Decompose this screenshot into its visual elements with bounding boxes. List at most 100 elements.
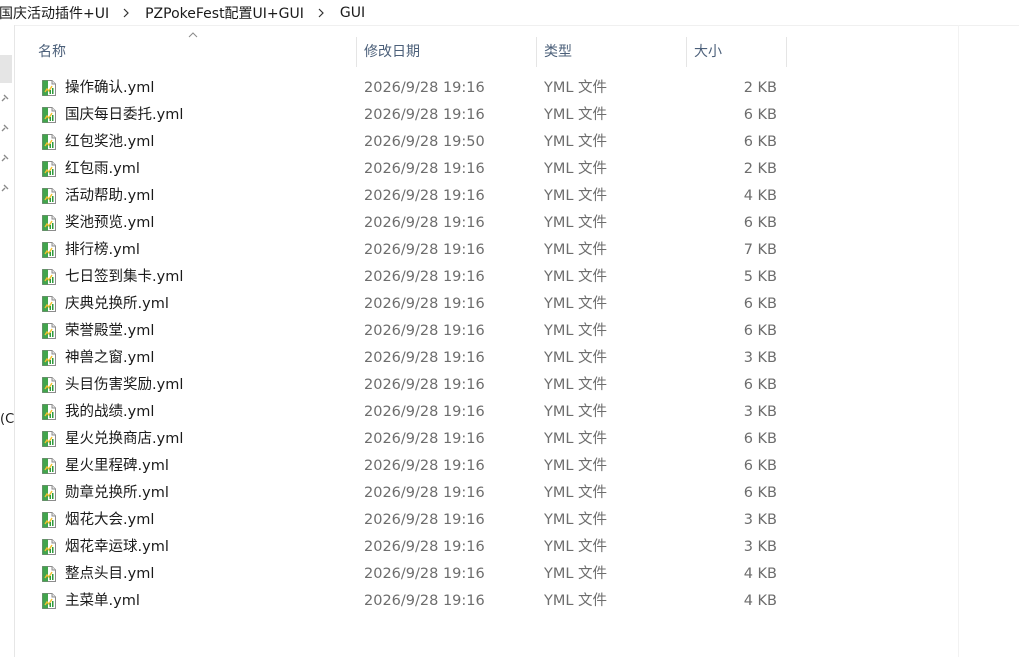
file-row[interactable]: 勋章兑换所.yml 2026/9/28 19:16 YML 文件 6 KB (15, 480, 795, 507)
file-row[interactable]: 星火兑换商店.yml 2026/9/28 19:16 YML 文件 6 KB (15, 426, 795, 453)
file-name: 红包雨.yml (65, 161, 140, 177)
breadcrumb-item-parent[interactable]: PZPokeFest配置UI+GUI (143, 3, 306, 23)
yml-file-icon (42, 404, 56, 420)
yml-file-icon (42, 350, 56, 366)
file-row[interactable]: 神兽之窗.yml 2026/9/28 19:16 YML 文件 3 KB (15, 345, 795, 372)
nav-item-drive-label[interactable]: (C (0, 412, 14, 427)
file-row[interactable]: 整点头目.yml 2026/9/28 19:16 YML 文件 4 KB (15, 561, 795, 588)
file-modified-date: 2026/9/28 19:16 (364, 512, 485, 528)
column-header-type[interactable]: 类型 (536, 37, 686, 65)
pin-icon[interactable] (0, 93, 10, 103)
file-row[interactable]: 星火里程碑.yml 2026/9/28 19:16 YML 文件 6 KB (15, 453, 795, 480)
yml-file-icon (42, 215, 56, 231)
yml-file-icon (42, 323, 56, 339)
yml-file-icon (42, 134, 56, 150)
yml-file-icon (42, 296, 56, 312)
file-type: YML 文件 (544, 80, 608, 96)
file-type: YML 文件 (544, 458, 608, 474)
breadcrumb-item-root[interactable]: 国庆活动插件+UI (0, 3, 111, 23)
column-header-size[interactable]: 大小 (686, 37, 786, 65)
file-name: 我的战绩.yml (65, 404, 155, 420)
nav-item-selected[interactable] (0, 55, 12, 83)
file-name: 操作确认.yml (65, 80, 155, 96)
column-header-name[interactable]: 名称 (30, 37, 356, 65)
file-name: 整点头目.yml (65, 566, 155, 582)
file-size: 3 KB (743, 404, 777, 420)
file-type: YML 文件 (544, 512, 608, 528)
column-divider[interactable] (786, 37, 787, 67)
file-row[interactable]: 头目伤害奖励.yml 2026/9/28 19:16 YML 文件 6 KB (15, 372, 795, 399)
file-name: 烟花幸运球.yml (65, 539, 169, 555)
file-row[interactable]: 奖池预览.yml 2026/9/28 19:16 YML 文件 6 KB (15, 210, 795, 237)
file-size: 3 KB (743, 512, 777, 528)
file-row[interactable]: 国庆每日委托.yml 2026/9/28 19:16 YML 文件 6 KB (15, 102, 795, 129)
pin-icon[interactable] (0, 123, 10, 133)
file-row[interactable]: 庆典兑换所.yml 2026/9/28 19:16 YML 文件 6 KB (15, 291, 795, 318)
column-header-modified[interactable]: 修改日期 (356, 37, 536, 65)
file-size: 6 KB (743, 377, 777, 393)
file-type: YML 文件 (544, 134, 608, 150)
file-type: YML 文件 (544, 323, 608, 339)
file-name: 烟花大会.yml (65, 512, 155, 528)
file-modified-date: 2026/9/28 19:50 (364, 134, 485, 150)
file-name: 主菜单.yml (65, 593, 140, 609)
chevron-right-icon[interactable] (316, 8, 326, 18)
file-modified-date: 2026/9/28 19:16 (364, 80, 485, 96)
file-size: 4 KB (743, 188, 777, 204)
file-row[interactable]: 红包奖池.yml 2026/9/28 19:50 YML 文件 6 KB (15, 129, 795, 156)
file-size: 4 KB (743, 593, 777, 609)
file-row[interactable]: 排行榜.yml 2026/9/28 19:16 YML 文件 7 KB (15, 237, 795, 264)
file-row[interactable]: 操作确认.yml 2026/9/28 19:16 YML 文件 2 KB (15, 75, 795, 102)
file-modified-date: 2026/9/28 19:16 (364, 350, 485, 366)
file-row[interactable]: 烟花幸运球.yml 2026/9/28 19:16 YML 文件 3 KB (15, 534, 795, 561)
pane-divider[interactable] (958, 25, 959, 657)
pin-icon[interactable] (0, 183, 10, 193)
file-name: 排行榜.yml (65, 242, 140, 258)
file-name: 神兽之窗.yml (65, 350, 155, 366)
file-name: 荣誉殿堂.yml (65, 323, 155, 339)
file-row[interactable]: 我的战绩.yml 2026/9/28 19:16 YML 文件 3 KB (15, 399, 795, 426)
navigation-pane: (C (0, 25, 15, 657)
pin-icon[interactable] (0, 153, 10, 163)
file-row[interactable]: 烟花大会.yml 2026/9/28 19:16 YML 文件 3 KB (15, 507, 795, 534)
file-name: 勋章兑换所.yml (65, 485, 169, 501)
file-row[interactable]: 荣誉殿堂.yml 2026/9/28 19:16 YML 文件 6 KB (15, 318, 795, 345)
file-type: YML 文件 (544, 377, 608, 393)
file-size: 7 KB (743, 242, 777, 258)
breadcrumb-item-current[interactable]: GUI (338, 5, 367, 21)
file-modified-date: 2026/9/28 19:16 (364, 485, 485, 501)
file-name: 头目伤害奖励.yml (65, 377, 184, 393)
file-size: 3 KB (743, 350, 777, 366)
file-type: YML 文件 (544, 350, 608, 366)
yml-file-icon (42, 107, 56, 123)
file-rows: 操作确认.yml 2026/9/28 19:16 YML 文件 2 KB 国庆每… (15, 75, 795, 615)
chevron-right-icon[interactable] (121, 8, 131, 18)
file-size: 6 KB (743, 296, 777, 312)
file-row[interactable]: 主菜单.yml 2026/9/28 19:16 YML 文件 4 KB (15, 588, 795, 615)
file-row[interactable]: 活动帮助.yml 2026/9/28 19:16 YML 文件 4 KB (15, 183, 795, 210)
yml-file-icon (42, 431, 56, 447)
file-size: 2 KB (743, 161, 777, 177)
file-type: YML 文件 (544, 269, 608, 285)
file-modified-date: 2026/9/28 19:16 (364, 215, 485, 231)
file-name: 庆典兑换所.yml (65, 296, 169, 312)
file-name: 七日签到集卡.yml (65, 269, 184, 285)
file-size: 6 KB (743, 107, 777, 123)
file-modified-date: 2026/9/28 19:16 (364, 296, 485, 312)
file-row[interactable]: 红包雨.yml 2026/9/28 19:16 YML 文件 2 KB (15, 156, 795, 183)
file-type: YML 文件 (544, 539, 608, 555)
yml-file-icon (42, 377, 56, 393)
file-size: 6 KB (743, 431, 777, 447)
yml-file-icon (42, 566, 56, 582)
file-type: YML 文件 (544, 593, 608, 609)
file-type: YML 文件 (544, 188, 608, 204)
yml-file-icon (42, 539, 56, 555)
file-size: 6 KB (743, 134, 777, 150)
file-size: 3 KB (743, 539, 777, 555)
file-modified-date: 2026/9/28 19:16 (364, 161, 485, 177)
yml-file-icon (42, 512, 56, 528)
file-list-view: 名称 修改日期 类型 大小 操作确认.yml 2026/9/28 19:16 Y… (15, 25, 958, 657)
file-modified-date: 2026/9/28 19:16 (364, 323, 485, 339)
yml-file-icon (42, 485, 56, 501)
file-row[interactable]: 七日签到集卡.yml 2026/9/28 19:16 YML 文件 5 KB (15, 264, 795, 291)
